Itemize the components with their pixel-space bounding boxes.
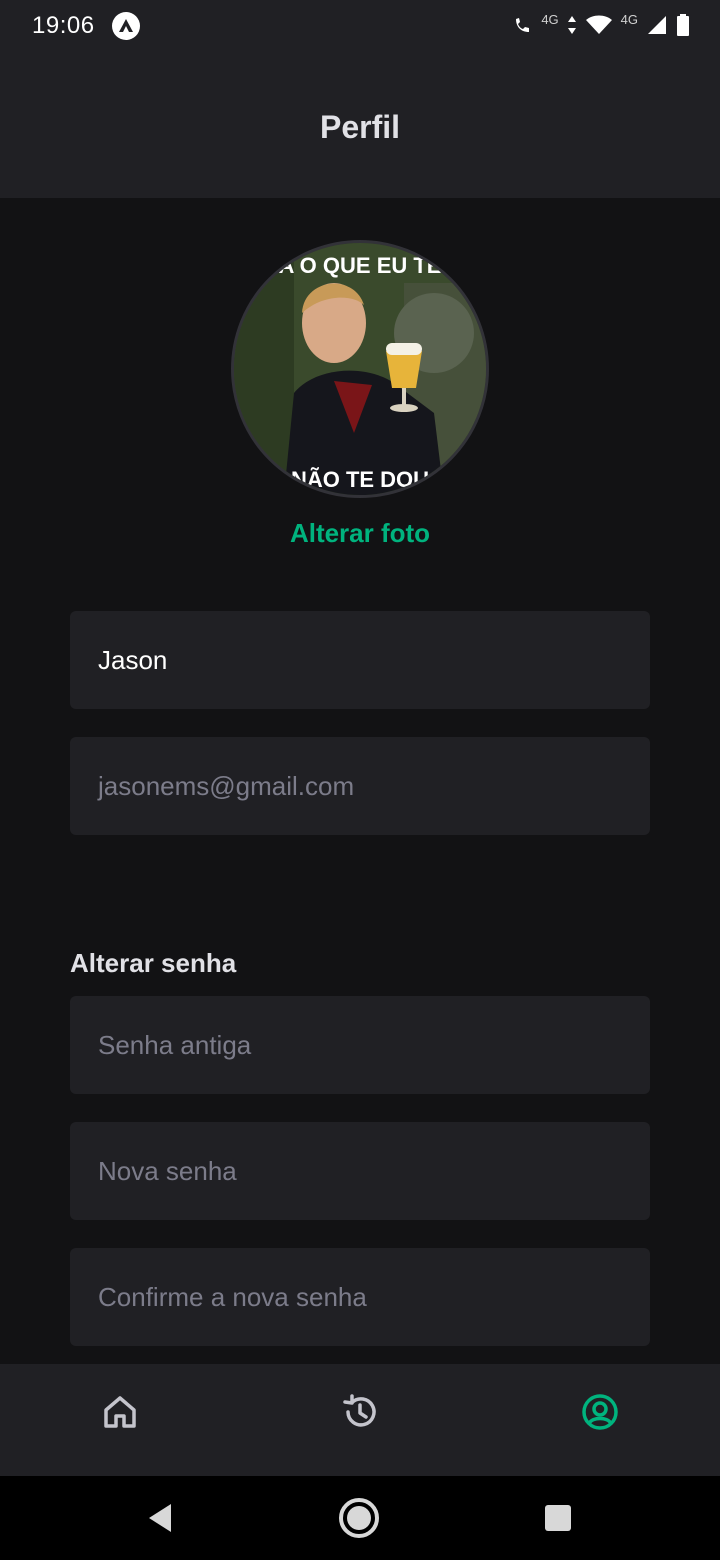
app-notification-icon <box>112 12 140 40</box>
old-password-placeholder: Senha antiga <box>98 1029 252 1060</box>
old-password-field[interactable]: Senha antiga <box>70 996 650 1094</box>
tab-profile[interactable] <box>560 1384 640 1440</box>
new-password-placeholder: Nova senha <box>98 1155 237 1186</box>
recents-icon <box>545 1505 571 1531</box>
status-time: 19:06 <box>32 12 95 39</box>
bottom-tab-bar <box>0 1364 720 1476</box>
email-field-placeholder: jasonems@gmail.com <box>98 770 355 801</box>
confirm-password-field[interactable]: Confirme a nova senha <box>70 1248 650 1346</box>
status-icons: 4G 4G <box>511 12 690 42</box>
change-password-title: Alterar senha <box>70 948 237 978</box>
wifi-icon <box>585 14 613 41</box>
name-field-value: Jason <box>98 644 168 675</box>
email-field[interactable]: jasonems@gmail.com <box>70 737 650 835</box>
avatar[interactable]: A O QUE EU TE NÃO TE DOU <box>231 240 489 498</box>
status-bar: 19:06 4G 4G <box>0 0 720 56</box>
battery-icon <box>676 13 690 42</box>
avatar-caption-bottom: NÃO TE DOU <box>291 467 429 492</box>
user-circle-icon <box>582 1394 618 1430</box>
history-icon <box>343 1394 376 1427</box>
system-home-button[interactable] <box>337 1496 381 1540</box>
new-password-field[interactable]: Nova senha <box>70 1122 650 1220</box>
recents-button[interactable] <box>536 1496 580 1540</box>
mobile-network-label: 4G <box>620 11 638 27</box>
name-field[interactable]: Jason <box>70 611 650 709</box>
back-button[interactable] <box>138 1496 182 1540</box>
home-icon <box>104 1396 136 1428</box>
cell-signal-icon <box>646 14 668 41</box>
volte-call-icon <box>511 13 533 42</box>
call-network-label: 4G <box>541 11 559 27</box>
avatar-image: A O QUE EU TE NÃO TE DOU <box>234 243 486 495</box>
data-arrows-icon <box>567 14 577 41</box>
system-nav-bar <box>0 1476 720 1560</box>
home-circle-icon <box>339 1498 379 1538</box>
change-photo-button[interactable]: Alterar foto <box>0 518 720 549</box>
page-title: Perfil <box>319 108 401 145</box>
header: Perfil <box>0 56 720 198</box>
back-icon <box>149 1504 171 1532</box>
tab-history[interactable] <box>320 1384 400 1440</box>
confirm-password-placeholder: Confirme a nova senha <box>98 1281 367 1312</box>
avatar-caption-top: A O QUE EU TE <box>279 253 442 278</box>
tab-home[interactable] <box>80 1384 160 1440</box>
